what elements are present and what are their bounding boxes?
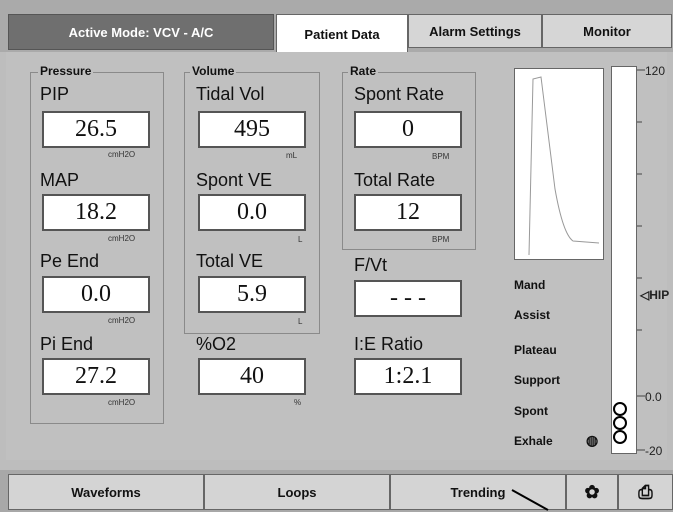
exhale-indicator-icon: ◍ [586,432,599,448]
ie-ratio-label: I:E Ratio [354,334,424,354]
pe-end-value: 0.0 [42,276,150,313]
scale-zero-label: 0.0 [645,390,662,404]
map-value: 18.2 [42,194,150,231]
active-mode-indicator: Active Mode: VCV - A/C [8,14,274,50]
printer-icon: ⎙ [638,481,653,502]
tab-monitor[interactable]: Monitor [542,14,672,48]
pip-unit: cmH2O [108,150,136,159]
pe-end-label: Pe End [40,251,100,271]
pressure-bar-gauge [611,66,637,454]
total-ve-value: 5.9 [198,276,306,313]
spont-rate-unit: BPM [432,152,450,161]
ie-ratio-value: 1:2.1 [354,358,462,395]
tidal-vol-unit: mL [286,151,298,160]
spont-rate-value: 0 [354,111,462,148]
fvt-label: F/Vt [354,255,388,275]
pip-value: 26.5 [42,111,150,148]
spont-ve-label: Spont VE [196,170,273,190]
tab-alarm-settings[interactable]: Alarm Settings [408,14,542,48]
total-rate-unit: BPM [432,235,450,244]
breath-type-exhale: Exhale [514,434,553,448]
rate-title: Rate [348,64,379,78]
fvt-value: - - - [354,280,462,317]
scale-bottom-label: -20 [645,444,663,458]
total-rate-label: Total Rate [354,170,436,190]
ventilator-screen: Active Mode: VCV - A/C Patient Data Alar… [0,0,673,512]
pi-end-unit: cmH2O [108,398,136,407]
breath-type-spont: Spont [514,404,548,418]
scale-hip-label: HIP [649,288,670,302]
top-tab-bar: Active Mode: VCV - A/C Patient Data Alar… [0,0,673,54]
print-button[interactable]: ⎙ [618,474,673,510]
gauge-graphic [613,402,627,444]
spont-ve-unit: L [298,235,303,244]
scale-top-label: 120 [645,64,666,78]
breath-type-mand: Mand [514,278,546,292]
map-label: MAP [40,170,80,190]
pip-label: PIP [40,84,70,104]
hip-pointer-icon: ◁ [640,288,650,302]
loops-button[interactable]: Loops [204,474,390,510]
scale-hip-marker: ◁HIP [640,288,669,302]
pressure-waveform-preview [514,68,604,260]
o2-unit: % [294,398,302,407]
volume-title: Volume [190,64,237,78]
tidal-vol-value: 495 [198,111,306,148]
o2-value: 40 [198,358,306,395]
breath-type-assist: Assist [514,308,551,322]
mouse-cursor [511,489,549,511]
breath-type-plateau: Plateau [514,343,557,357]
map-unit: cmH2O [108,234,136,243]
bottom-button-bar: Waveforms Loops Trending ✿ ⎙ [0,470,673,512]
total-rate-value: 12 [354,194,462,231]
tab-patient-data[interactable]: Patient Data [276,14,408,54]
pi-end-label: Pi End [40,334,94,354]
pressure-title: Pressure [38,64,94,78]
spont-ve-value: 0.0 [198,194,306,231]
total-ve-label: Total VE [196,251,264,271]
waveform-trace [528,76,600,256]
lungs-button[interactable]: ✿ [566,474,618,510]
breath-type-support: Support [514,373,560,387]
o2-label: %O2 [196,334,237,354]
pi-end-value: 27.2 [42,358,150,395]
waveforms-button[interactable]: Waveforms [8,474,204,510]
lungs-icon: ✿ [584,481,600,502]
pe-end-unit: cmH2O [108,316,136,325]
spont-rate-label: Spont Rate [354,84,445,104]
total-ve-unit: L [298,317,303,326]
tidal-vol-label: Tidal Vol [196,84,265,104]
